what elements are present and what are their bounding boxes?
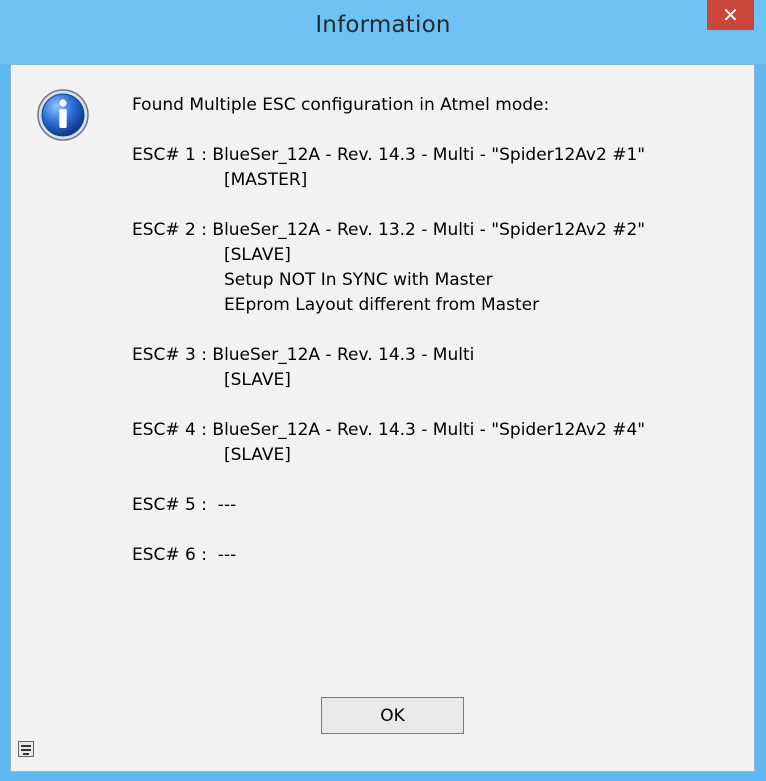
esc-4-line: ESC# 4 : BlueSer_12A - Rev. 14.3 - Multi… [132, 420, 646, 440]
ok-button[interactable]: OK [321, 697, 464, 734]
esc-6-line: ESC# 6 : --- [132, 545, 237, 565]
message-header: Found Multiple ESC configuration in Atme… [132, 95, 550, 115]
close-button[interactable]: ✕ [707, 0, 754, 30]
esc-2-eeprom-warning: EEprom Layout different from Master [224, 295, 540, 315]
esc-5-line: ESC# 5 : --- [132, 495, 237, 515]
esc-4-role: [SLAVE] [224, 445, 291, 465]
dialog-window: Information ✕ Found Multiple ESC configu… [0, 0, 766, 781]
esc-2-sync-warning: Setup NOT In SYNC with Master [224, 270, 493, 290]
esc-2-role: [SLAVE] [224, 245, 291, 265]
dialog-content: Found Multiple ESC configuration in Atme… [10, 64, 755, 772]
close-icon: ✕ [722, 3, 739, 27]
title-bar[interactable]: Information ✕ [0, 0, 766, 64]
window-title: Information [315, 12, 451, 38]
esc-1-role: [MASTER] [224, 170, 308, 190]
info-icon [37, 89, 89, 141]
save-icon[interactable] [18, 741, 34, 757]
esc-1-line: ESC# 1 : BlueSer_12A - Rev. 14.3 - Multi… [132, 145, 646, 165]
message-text: Found Multiple ESC configuration in Atme… [132, 93, 742, 568]
esc-3-role: [SLAVE] [224, 370, 291, 390]
esc-2-line: ESC# 2 : BlueSer_12A - Rev. 13.2 - Multi… [132, 220, 646, 240]
esc-3-line: ESC# 3 : BlueSer_12A - Rev. 14.3 - Multi [132, 345, 475, 365]
